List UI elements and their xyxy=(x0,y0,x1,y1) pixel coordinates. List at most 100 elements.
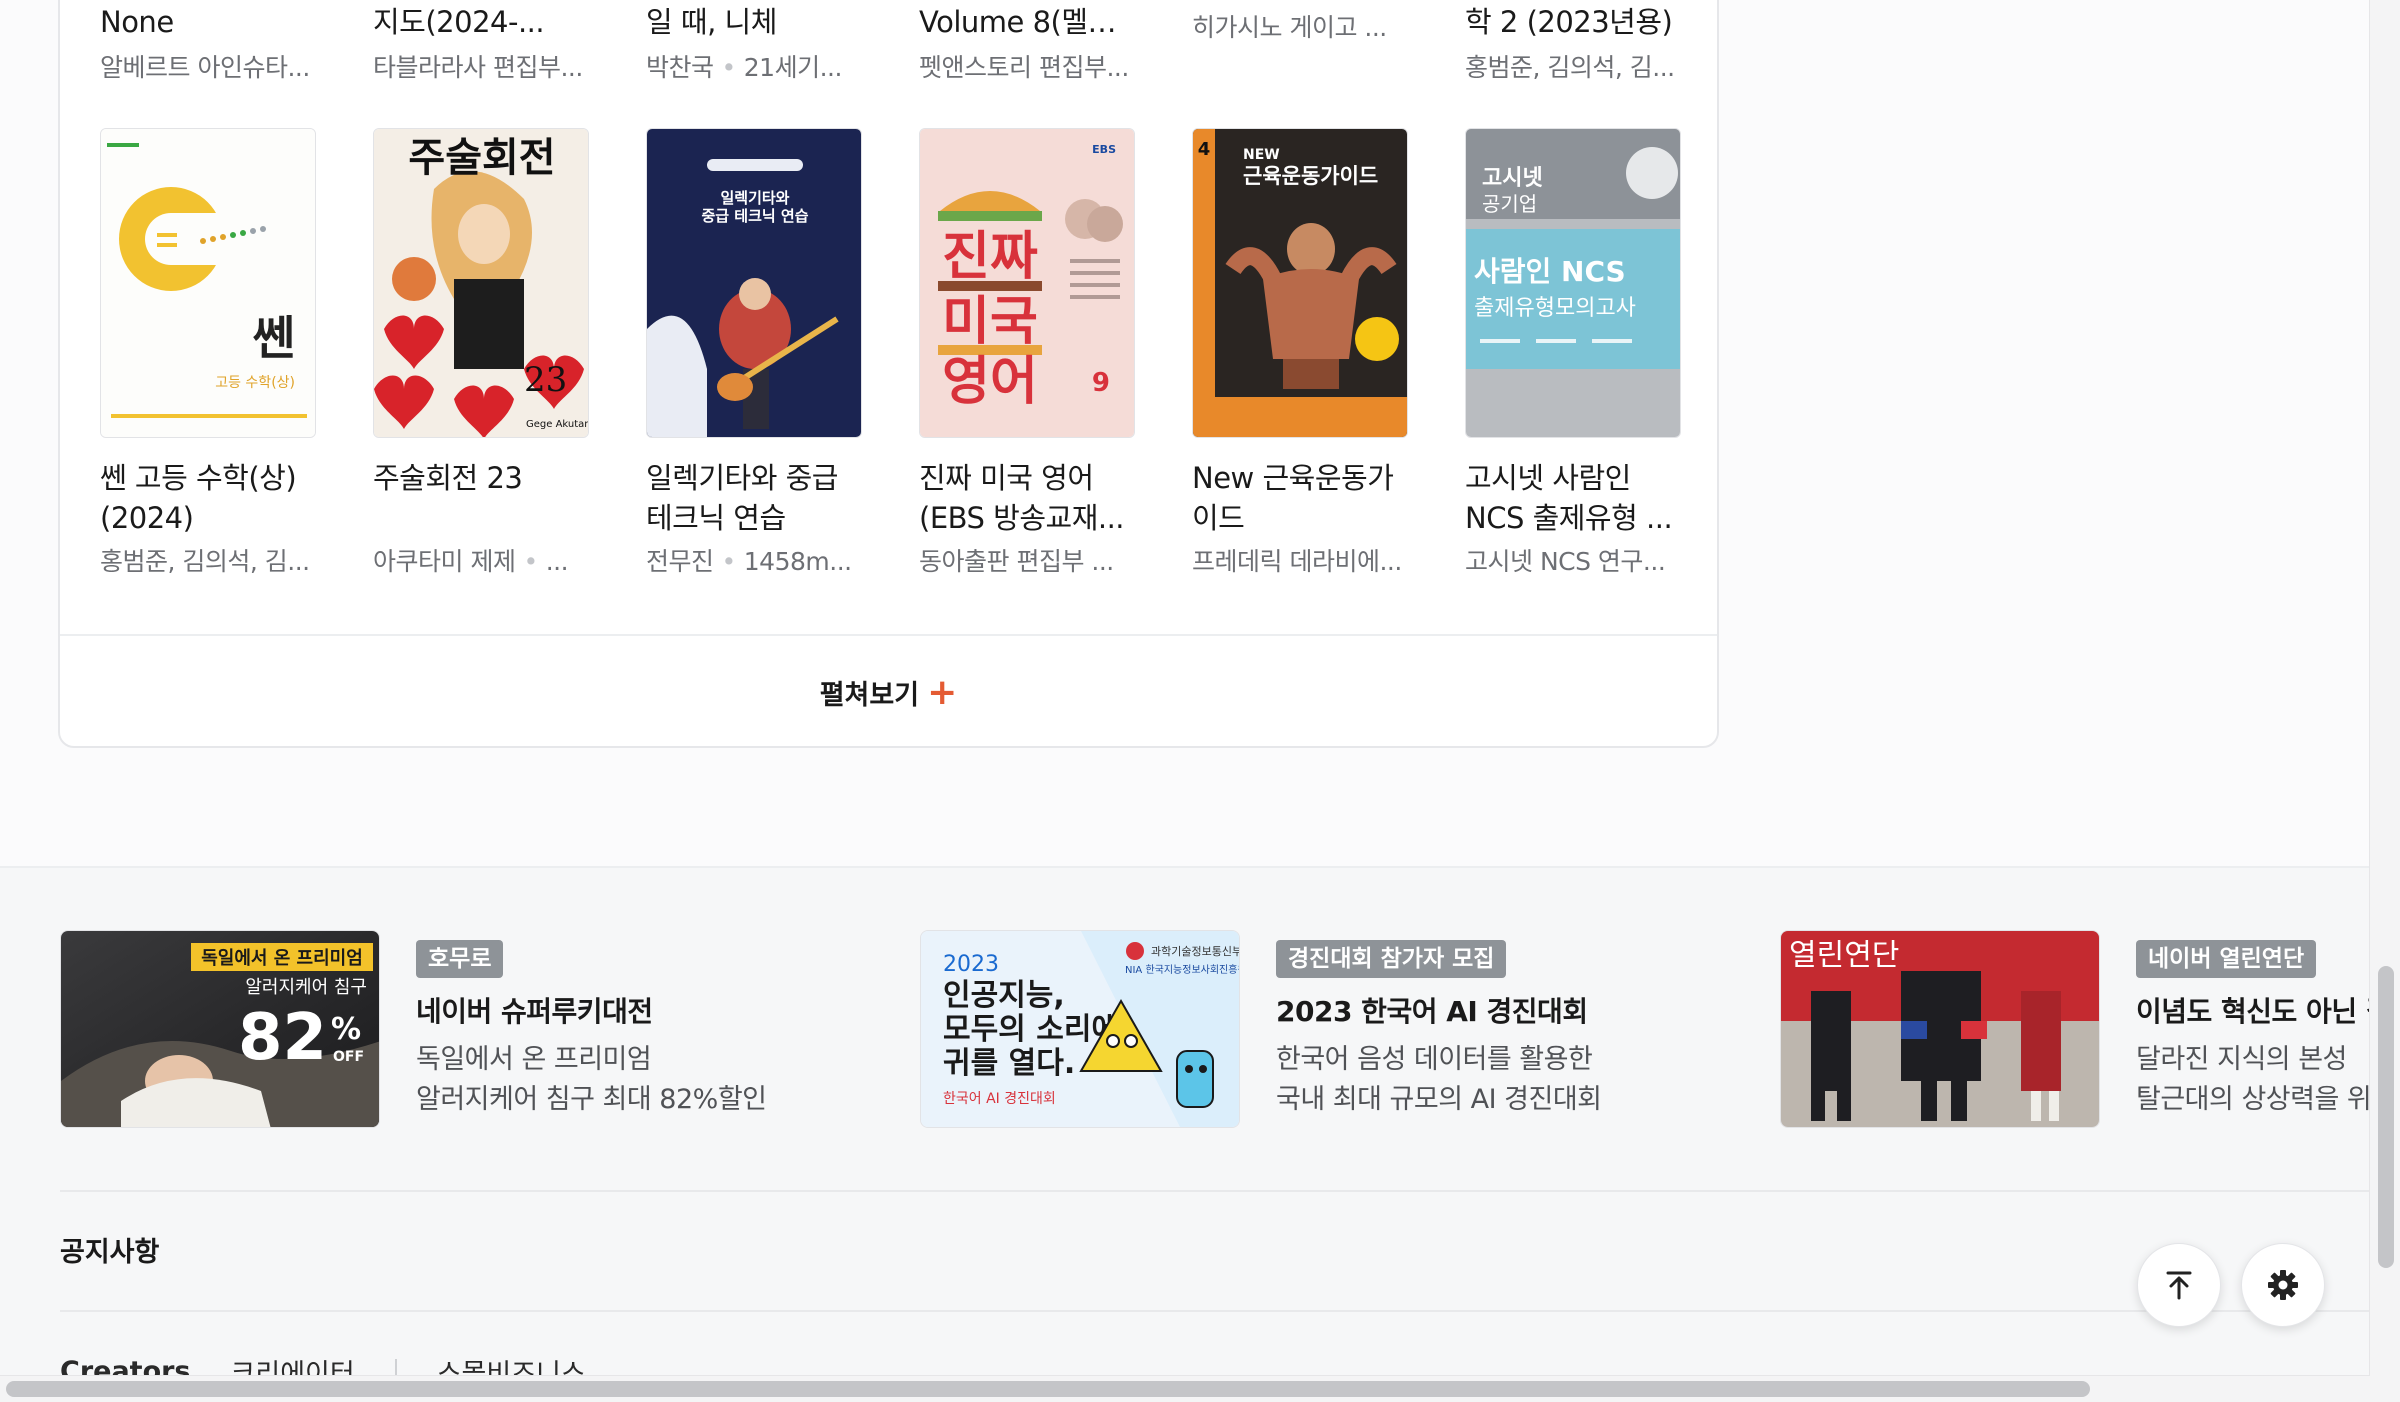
settings-button[interactable] xyxy=(2241,1243,2325,1327)
promo-image[interactable]: 과학기술정보통신부 NIA 한국지능정보사회진흥원 2023 인공지능, 모두의… xyxy=(920,930,1240,1128)
expand-more-button[interactable]: 펼쳐보기 + xyxy=(60,636,1717,748)
cover-l3-text: 영어 xyxy=(942,352,1038,412)
meta-dot: • xyxy=(721,53,737,82)
book-title[interactable]: 진짜 미국 영어 (EBS 방송교재... xyxy=(919,458,1137,538)
horizontal-scrollbar[interactable] xyxy=(0,1375,2370,1402)
book-title[interactable]: None xyxy=(100,2,318,42)
vertical-scrollbar[interactable] xyxy=(2369,0,2400,1402)
notice-heading[interactable]: 공지사항 xyxy=(60,1230,159,1269)
promo-text-block: 네이버 열린연단 이념도 혁신도 아닌 길 달라진 지식의 본성 탈근대의 상상… xyxy=(2136,940,2370,1120)
book-item[interactable]: 일렉기타와 중급 테크닉 연습 일렉기타와 중급 테크닉 연습 전무진 • 1458… xyxy=(646,128,864,580)
meta-dot: • xyxy=(523,547,538,576)
book-title[interactable]: 일 때, 니체 xyxy=(646,2,864,42)
book-list-card: None 알베르트 아인슈타... 지도(2024-... 타블라라사 편집부.… xyxy=(58,0,1719,748)
book-author: 아쿠타미 제제 xyxy=(373,547,516,576)
promo-percent-text: 82 xyxy=(238,1001,327,1075)
promo-art-ai-contest: 과학기술정보통신부 NIA 한국지능정보사회진흥원 2023 인공지능, 모두의… xyxy=(921,931,1240,1127)
divider xyxy=(60,1310,2370,1312)
book-publisher: ... xyxy=(545,547,569,576)
book-publisher: 1458m... xyxy=(743,547,852,576)
promo-title[interactable]: 이념도 혁신도 아닌 길 xyxy=(2136,992,2370,1032)
promo-title[interactable]: 2023 한국어 AI 경진대회 xyxy=(1276,992,1796,1032)
arrow-up-icon xyxy=(2166,1271,2192,1300)
book-cover[interactable]: 주술회전 23 Gege Akutami xyxy=(373,128,589,438)
book-author: 고시넷 NCS 연구... xyxy=(1465,547,1666,576)
book-title[interactable]: New 근육운동가이드 xyxy=(1192,458,1410,538)
book-title[interactable]: 일렉기타와 중급 테크닉 연습 xyxy=(646,458,864,538)
promo-item[interactable]: 독일에서 온 프리미엄 알러지케어 침구 82 % OFF 호무로 네이버 슈퍼… xyxy=(60,930,900,1130)
horizontal-scrollbar-thumb[interactable] xyxy=(6,1381,2090,1397)
book-cover[interactable]: 고시넷 공기업 사람인 NCS 출제유형모의고사 xyxy=(1465,128,1681,438)
cover-art-ncs: 고시넷 공기업 사람인 NCS 출제유형모의고사 xyxy=(1466,129,1680,437)
promo-tag: 호무로 xyxy=(416,940,504,978)
cover-volume-text: 23 xyxy=(524,360,567,400)
book-cover[interactable]: EBS 진짜 미국 영어 9 xyxy=(919,128,1135,438)
book-item[interactable]: Volume 8(멜로... 펫앤스토리 편집부... xyxy=(919,2,1137,88)
section-divider xyxy=(0,866,2370,868)
promo-tag: 네이버 열린연단 xyxy=(2136,940,2317,978)
book-item[interactable]: EBS 진짜 미국 영어 9 진짜 미국 영어 (EBS 방송교재... 동아출… xyxy=(919,128,1137,580)
cover-sub-text: 공기업 xyxy=(1482,192,1537,216)
promo-l3-text: 귀를 열다. xyxy=(943,1046,1075,1081)
book-author: 히가시노 게이고 ... xyxy=(1192,13,1387,42)
book-cover[interactable]: 쎈 고등 수학(상) xyxy=(100,128,316,438)
book-author: 동아출판 편집부 ... xyxy=(919,547,1114,576)
promo-description: 알러지케어 침구 최대 82%할인 xyxy=(416,1084,767,1115)
book-author: 타블라라사 편집부... xyxy=(373,53,583,82)
book-cover[interactable]: 4 NEW 근육운동가이드 xyxy=(1192,128,1408,438)
book-row-top: None 알베르트 아인슈타... 지도(2024-... 타블라라사 편집부.… xyxy=(60,2,1717,122)
book-item[interactable]: 지도(2024-... 타블라라사 편집부... xyxy=(373,2,591,88)
book-title[interactable]: 지도(2024-... xyxy=(373,2,591,42)
plus-icon: + xyxy=(927,671,958,713)
book-title[interactable]: Volume 8(멜로... xyxy=(919,2,1137,42)
book-item[interactable]: 쎈 고등 수학(상) 쎈 고등 수학(상) (2024) 홍범준, 김의석, 김… xyxy=(100,128,318,580)
promo-badge-text: 독일에서 온 프리미엄 xyxy=(201,948,363,969)
scroll-to-top-button[interactable] xyxy=(2137,1243,2221,1327)
book-item[interactable]: 4 NEW 근육운동가이드 New 근육운동가이드 프레데릭 데라비에... xyxy=(1192,128,1410,580)
cover-sub-text: 고등 수학(상) xyxy=(215,375,295,391)
divider xyxy=(60,1190,2370,1192)
promo-title[interactable]: 네이버 슈퍼루키대전 xyxy=(416,992,936,1032)
book-item[interactable]: 히가시노 게이고 ... xyxy=(1192,2,1410,48)
cover-title-text: 근육운동가이드 xyxy=(1243,164,1378,188)
book-item[interactable]: 고시넷 공기업 사람인 NCS 출제유형모의고사 고시넷 사람인 NCS 출제유… xyxy=(1465,128,1683,580)
gear-icon xyxy=(2268,1270,2298,1300)
cover-new-text: NEW xyxy=(1243,147,1280,163)
book-title[interactable]: 주술회전 23 xyxy=(373,458,591,538)
book-item[interactable]: 주술회전 23 Gege Akutami 주술회전 23 아쿠타미 제제•... xyxy=(373,128,591,580)
promo-image[interactable]: 열린연단 xyxy=(1780,930,2100,1128)
book-author: 박찬국 xyxy=(646,53,714,82)
promo-image[interactable]: 독일에서 온 프리미엄 알러지케어 침구 82 % OFF xyxy=(60,930,380,1128)
cover-line2-text: 중급 테크닉 연습 xyxy=(701,207,808,225)
vertical-scrollbar-thumb[interactable] xyxy=(2378,966,2394,1268)
cover-brand-text: 쎈 xyxy=(253,311,295,365)
cover-l1-text: 사람인 NCS xyxy=(1474,255,1626,288)
book-item[interactable]: 학 2 (2023년용) 홍범준, 김의석, 김... xyxy=(1465,2,1683,88)
cover-l2-text: 출제유형모의고사 xyxy=(1474,296,1636,321)
book-row-main: 쎈 고등 수학(상) 쎈 고등 수학(상) (2024) 홍범준, 김의석, 김… xyxy=(60,128,1717,576)
book-title[interactable]: 쎈 고등 수학(상) (2024) xyxy=(100,458,318,538)
promo-item[interactable]: 과학기술정보통신부 NIA 한국지능정보사회진흥원 2023 인공지능, 모두의… xyxy=(920,930,1760,1130)
book-title[interactable]: 학 2 (2023년용) xyxy=(1465,2,1683,42)
promo-art-bedding: 독일에서 온 프리미엄 알러지케어 침구 82 % OFF xyxy=(61,931,379,1127)
book-title[interactable]: 고시넷 사람인 NCS 출제유형 ... xyxy=(1465,458,1683,538)
cover-author-text: Gege Akutami xyxy=(526,419,589,430)
book-item[interactable]: 일 때, 니체 박찬국 • 21세기... xyxy=(646,2,864,88)
promo-description: 탈근대의 상상력을 위해 xyxy=(2136,1084,2370,1115)
promo-description: 한국어 음성 데이터를 활용한 xyxy=(1276,1044,1593,1075)
promo-text-block: 호무로 네이버 슈퍼루키대전 독일에서 온 프리미엄 알러지케어 침구 최대 8… xyxy=(416,940,936,1120)
expand-label: 펼쳐보기 xyxy=(819,679,920,711)
book-author: 프레데릭 데라비에... xyxy=(1192,547,1402,576)
cover-art-english: EBS 진짜 미국 영어 9 xyxy=(920,129,1134,437)
book-author: 펫앤스토리 편집부... xyxy=(919,53,1129,82)
promo-item[interactable]: 열린연단 네이버 열린연단 이념도 혁신도 아닌 길 달라진 지식의 본성 탈근… xyxy=(1780,930,2370,1130)
cover-brand-text: EBS xyxy=(1092,143,1116,156)
promo-off-text: OFF xyxy=(333,1049,364,1065)
svg-text:%: % xyxy=(331,1012,361,1047)
book-item[interactable]: None 알베르트 아인슈타... xyxy=(100,2,318,88)
book-cover[interactable]: 일렉기타와 중급 테크닉 연습 xyxy=(646,128,862,438)
promo-org1-text: 과학기술정보통신부 xyxy=(1151,945,1240,958)
cover-art-guitar: 일렉기타와 중급 테크닉 연습 xyxy=(647,129,861,437)
book-meta: 박찬국 • 21세기... xyxy=(646,48,864,88)
cover-brand-text: 고시넷 xyxy=(1482,166,1543,191)
